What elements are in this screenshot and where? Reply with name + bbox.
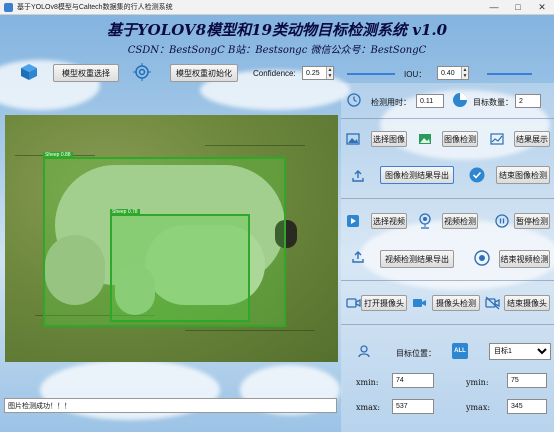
image-detect-icon [418,132,432,146]
count-label: 目标数量： [473,98,513,107]
all-targets-badge[interactable]: ALL [452,343,468,359]
stop-icon [474,250,490,266]
open-camera-button[interactable]: 打开摄像头 [361,295,407,311]
xmax-label: xmax: [356,403,381,412]
model-init-button[interactable]: 模型权重初始化 [170,64,238,82]
select-video-button[interactable]: 选择视频 [371,213,407,229]
maximize-button[interactable]: □ [506,0,530,15]
iou-slider[interactable] [487,73,532,75]
cube-icon [20,63,38,81]
iou-spinbox[interactable]: 0.40 ▲ ▼ [437,66,469,80]
video-detect-button[interactable]: 视频检测 [442,213,478,229]
count-field: 2 [515,94,541,108]
app-icon [4,2,13,12]
image-export-button[interactable]: 图像检测结果导出 [380,166,454,184]
camera-filled-icon [412,296,427,310]
iou-spin-arrows[interactable]: ▲ ▼ [461,67,468,79]
ymax-field: 345 [507,399,547,414]
upload-icon [351,169,365,183]
camera-off-icon [485,296,500,310]
video-export-button[interactable]: 视频检测结果导出 [380,250,454,268]
image-detect-button[interactable]: 图像检测 [442,131,478,147]
window-title: 基于YOLOv8模型与Caltech数据集的行人检测系统 [17,4,173,11]
detection-box[interactable] [110,214,250,322]
confidence-value: 0.25 [306,69,320,77]
confidence-label: Confidence: [253,69,296,78]
divider [341,324,554,325]
confidence-slider[interactable] [347,73,395,75]
clock-icon [347,93,361,107]
time-label: 检测用时： [371,98,411,107]
close-button[interactable]: ✕ [530,0,554,15]
end-image-detect-button[interactable]: 结束图像检测 [496,166,550,184]
time-field: 0.11 [416,94,444,108]
confidence-spinbox[interactable]: 0.25 ▲ ▼ [302,66,334,80]
xmin-field: 74 [392,373,434,388]
iou-value: 0.40 [441,69,455,77]
divider [341,280,554,281]
status-bar: 图片检测成功！！！ [4,398,337,413]
upload-icon [351,250,365,264]
pie-chart-icon [452,92,468,108]
chart-icon [490,132,504,146]
image-icon [346,132,360,146]
check-icon [469,167,485,183]
pause-icon [495,214,509,228]
camera-detect-button[interactable]: 摄像头检测 [432,295,480,311]
xmax-field: 537 [392,399,434,414]
minimize-button[interactable]: — [482,0,506,15]
divider [341,198,554,199]
ymin-field: 75 [507,373,547,388]
camera-icon [346,296,361,310]
xmin-label: xmin: [356,378,379,387]
iou-label: IOU： [404,70,427,79]
page-subtitle: CSDN：BestSongC B站：Bestsongc 微信公众号：BestSo… [127,45,427,56]
ymin-label: ymin: [466,378,489,387]
end-video-detect-button[interactable]: 结束视频检测 [499,250,550,268]
target-select-dropdown[interactable]: 目标1 [489,343,551,360]
person-location-icon [357,344,371,358]
detection-label: Sheep 0.78 [110,209,140,215]
detection-image-viewport: Sheep 0.88 Sheep 0.78 [5,115,338,362]
model-select-button[interactable]: 模型权重选择 [53,64,119,82]
divider [341,118,554,119]
target-settings-icon [133,63,151,81]
detection-label: Sheep 0.88 [43,152,73,158]
target-position-label: 目标位置： [396,349,436,358]
video-file-icon [346,214,360,228]
window-titlebar: 基于YOLOv8模型与Caltech数据集的行人检测系统 — □ ✕ [0,0,554,15]
ymax-label: ymax: [466,403,491,412]
page-title: 基于YOLOV8模型和19类动物目标检测系统 v1.0 [106,21,448,39]
confidence-spin-arrows[interactable]: ▲ ▼ [326,67,333,79]
end-camera-button[interactable]: 结束摄像头 [504,295,550,311]
pause-detect-button[interactable]: 暂停检测 [514,213,550,229]
webcam-icon [418,213,432,229]
select-image-button[interactable]: 选择图像 [371,131,407,147]
show-result-button[interactable]: 结果展示 [514,131,550,147]
